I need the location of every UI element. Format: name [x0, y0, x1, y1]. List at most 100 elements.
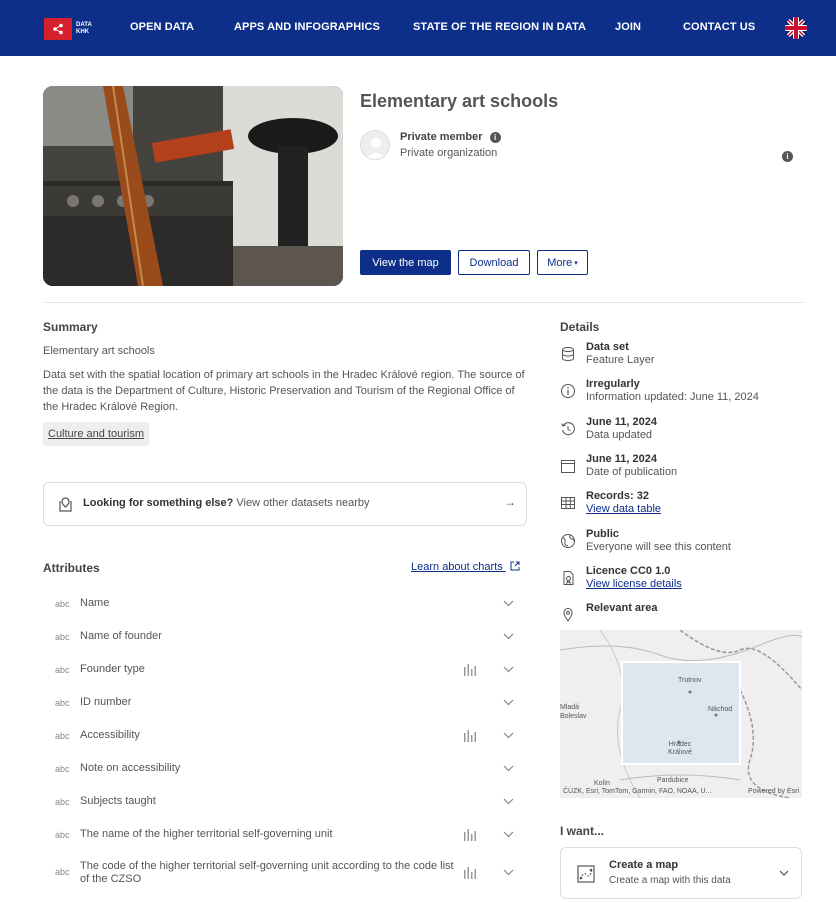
map-attribution: ČÚZK, Esri, TomTom, Garmin, FAO, NOAA, U… [563, 788, 712, 795]
details-heading: Details [560, 320, 600, 334]
nav-join[interactable]: JOIN [615, 21, 641, 33]
map-label-kolin: Kolín [594, 780, 610, 787]
nearby-datasets-text: Looking for something else? View other d… [83, 497, 370, 509]
create-map-subtitle: Create a map with this data [609, 875, 731, 886]
info-icon[interactable]: i [489, 131, 501, 143]
attribute-row[interactable]: abc Name [43, 586, 527, 619]
download-button[interactable]: Download [458, 250, 530, 275]
bar-chart-icon[interactable] [463, 866, 478, 879]
avatar[interactable] [360, 130, 390, 160]
attribute-row[interactable]: abc Founder type [43, 652, 527, 685]
chevron-down-icon [779, 870, 789, 876]
create-map-card[interactable]: Create a map Create a map with this data [560, 847, 802, 899]
owner-name-text: Private member [400, 131, 483, 143]
attribute-name: Name [80, 597, 110, 609]
detail-subtitle: Date of publication [586, 466, 678, 478]
relevant-area-map[interactable]: Trutnov Náchod Hradec Králové Pardubice … [560, 630, 802, 798]
nav-open-data[interactable]: OPEN DATA [130, 21, 194, 33]
nav-contact-us[interactable]: CONTACT US [683, 21, 755, 33]
info-icon [561, 384, 575, 398]
detail-title: Records: 32 [586, 490, 649, 502]
attribute-row[interactable]: abc The name of the higher territorial se… [43, 817, 527, 850]
nearby-rest: View other datasets nearby [233, 497, 370, 509]
chevron-down-icon[interactable] [503, 699, 514, 706]
chevron-down-icon[interactable] [503, 869, 514, 876]
attribute-row[interactable]: abc Accessibility [43, 718, 527, 751]
logo-line2: KHK [76, 29, 89, 35]
license-icon [563, 571, 574, 585]
nav-apps-infographics[interactable]: APPS AND INFOGRAPHICS [234, 21, 380, 33]
summary-description: Data set with the spatial location of pr… [43, 369, 525, 413]
summary-heading: Summary [43, 320, 98, 334]
create-map-title: Create a map [609, 859, 679, 871]
attribute-row[interactable]: abc Subjects taught [43, 784, 527, 817]
chevron-down-icon[interactable] [503, 798, 514, 805]
map-label-trutnov: Trutnov [678, 677, 702, 684]
string-type-icon: abc [55, 830, 70, 840]
attribute-name: Name of founder [80, 630, 162, 642]
attributes-heading: Attributes [43, 561, 100, 575]
history-icon [561, 422, 575, 436]
detail-subtitle: Feature Layer [586, 354, 655, 366]
chevron-down-icon[interactable] [503, 600, 514, 607]
calendar-icon [561, 460, 575, 473]
learn-about-charts-link[interactable]: Learn about charts [411, 561, 520, 573]
item-info-button[interactable]: i [782, 148, 793, 166]
uk-flag-icon[interactable] [785, 17, 807, 39]
attribute-name: Accessibility [80, 729, 140, 741]
site-logo[interactable]: DATA KHK [44, 18, 98, 40]
detail-title: Irregularly [586, 378, 640, 390]
string-type-icon: abc [55, 665, 70, 675]
detail-title: Licence CC0 1.0 [586, 565, 671, 577]
more-button[interactable]: More ▾ [537, 250, 588, 275]
detail-link[interactable]: View data table [586, 503, 661, 515]
logo-line1: DATA [76, 22, 92, 28]
attribute-name: Subjects taught [80, 795, 156, 807]
pin-icon [563, 607, 573, 622]
detail-link[interactable]: View license details [586, 578, 682, 590]
category-tag[interactable]: Culture and tourism [43, 422, 149, 446]
database-icon [562, 347, 574, 362]
nav-state-of-region[interactable]: STATE OF THE REGION IN DATA [413, 21, 586, 33]
detail-subtitle: Information updated: June 11, 2024 [586, 391, 759, 403]
string-type-icon: abc [55, 599, 70, 609]
detail-title: Relevant area [586, 602, 658, 614]
globe-icon [561, 534, 575, 548]
chevron-down-icon[interactable] [503, 831, 514, 838]
attribute-name: The name of the higher territorial self-… [80, 828, 333, 840]
bar-chart-icon[interactable] [463, 828, 478, 841]
divider [43, 302, 805, 303]
attribute-row[interactable]: abc Note on accessibility [43, 751, 527, 784]
more-button-label: More [547, 256, 573, 269]
owner-org: Private organization [400, 147, 498, 159]
page-title: Elementary art schools [360, 91, 559, 111]
map-pin-icon [59, 497, 72, 512]
attribute-name: ID number [80, 696, 132, 708]
map-label-pardubice: Pardubice [657, 777, 689, 784]
nearby-datasets-card[interactable]: Looking for something else? View other d… [43, 482, 527, 526]
attribute-row[interactable]: abc ID number [43, 685, 527, 718]
owner-name[interactable]: Private member i [400, 131, 501, 143]
share-logo-icon [44, 18, 72, 40]
bar-chart-icon[interactable] [463, 663, 478, 676]
view-map-button[interactable]: View the map [360, 250, 451, 275]
attribute-row[interactable]: abc Name of founder [43, 619, 527, 652]
learn-link-text: Learn about charts [411, 561, 503, 573]
string-type-icon: abc [55, 731, 70, 741]
map-label-mlada-boleslav: Mladá Boleslav [560, 704, 587, 720]
attribute-row[interactable]: abc The code of the higher territorial se… [43, 855, 527, 888]
detail-title: June 11, 2024 [586, 416, 657, 428]
chevron-down-icon[interactable] [503, 633, 514, 640]
string-type-icon: abc [55, 632, 70, 642]
detail-subtitle: Data updated [586, 429, 653, 441]
chevron-down-icon[interactable] [503, 666, 514, 673]
bar-chart-icon[interactable] [463, 729, 478, 742]
detail-title: Data set [586, 341, 629, 353]
attribute-name: Note on accessibility [80, 762, 181, 774]
create-map-icon [577, 865, 595, 883]
caret-down-icon: ▾ [574, 259, 578, 267]
chevron-down-icon[interactable] [503, 765, 514, 772]
logo-text: DATA KHK [76, 22, 98, 36]
chevron-down-icon[interactable] [503, 732, 514, 739]
external-link-icon [510, 561, 520, 571]
